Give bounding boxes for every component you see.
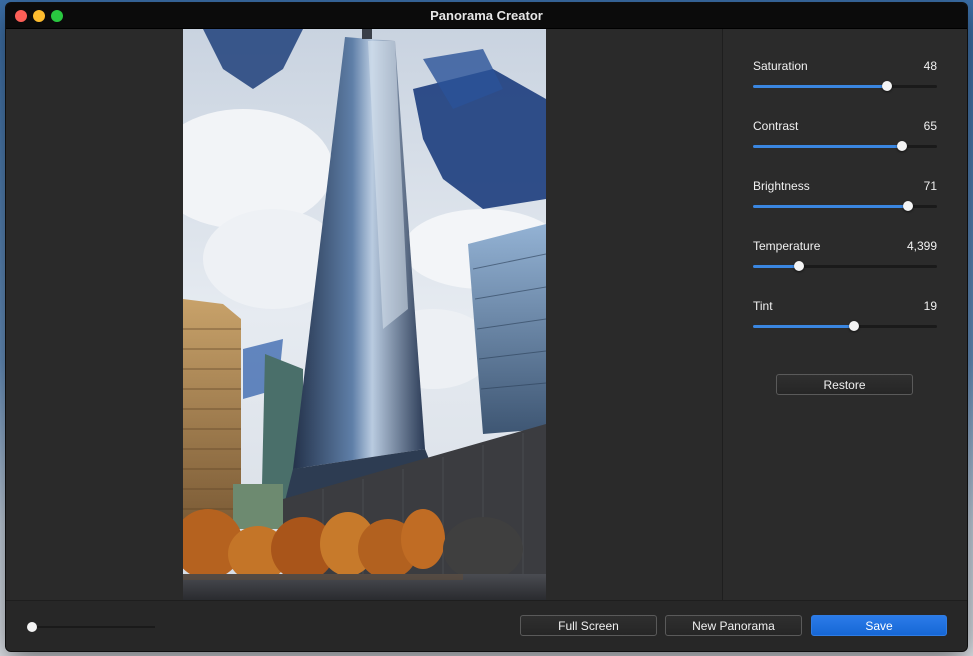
saturation-slider[interactable] [753, 81, 937, 91]
tint-slider-fill [753, 325, 855, 328]
panorama-preview-image [183, 29, 546, 600]
restore-button[interactable]: Restore [776, 374, 913, 395]
saturation-slider-knob[interactable] [882, 81, 893, 91]
window-title: Panorama Creator [430, 8, 543, 23]
brightness-slider-knob[interactable] [902, 201, 913, 211]
temperature-slider[interactable] [753, 261, 937, 271]
temperature-slider-fill [753, 265, 799, 268]
contrast-label: Contrast [753, 119, 799, 133]
brightness-label: Brightness [753, 179, 810, 193]
saturation-label: Saturation [753, 59, 808, 73]
save-button[interactable]: Save [811, 615, 947, 636]
tint-value: 19 [923, 299, 937, 313]
zoom-slider[interactable] [27, 622, 155, 632]
new-panorama-button[interactable]: New Panorama [665, 615, 802, 636]
tint-control: Tint 19 [753, 299, 937, 339]
contrast-value: 65 [923, 119, 937, 133]
temperature-slider-knob[interactable] [794, 261, 804, 271]
tint-slider-knob[interactable] [849, 321, 860, 331]
zoom-slider-knob[interactable] [27, 622, 37, 632]
bottom-toolbar: Full Screen New Panorama Save [6, 600, 967, 651]
app-window: Panorama Creator Saturation 48 Contrast … [6, 3, 967, 651]
contrast-control: Contrast 65 [753, 119, 937, 159]
tint-label: Tint [753, 299, 773, 313]
temperature-label: Temperature [753, 239, 821, 253]
brightness-slider[interactable] [753, 201, 937, 211]
title-bar[interactable]: Panorama Creator [6, 3, 967, 29]
saturation-slider-fill [753, 85, 888, 88]
full-screen-button[interactable]: Full Screen [520, 615, 657, 636]
temperature-value: 4,399 [906, 239, 937, 253]
brightness-slider-fill [753, 205, 908, 208]
brightness-control: Brightness 71 [753, 179, 937, 219]
brightness-value: 71 [923, 179, 937, 193]
contrast-slider-knob[interactable] [897, 141, 908, 151]
saturation-value: 48 [923, 59, 937, 73]
contrast-slider[interactable] [753, 141, 937, 151]
temperature-control: Temperature 4,399 [753, 239, 937, 279]
adjustments-panel: Saturation 48 Contrast 65 Brightness 71 [722, 29, 967, 600]
saturation-control: Saturation 48 [753, 59, 937, 99]
contrast-slider-fill [753, 145, 903, 148]
tint-slider[interactable] [753, 321, 937, 331]
